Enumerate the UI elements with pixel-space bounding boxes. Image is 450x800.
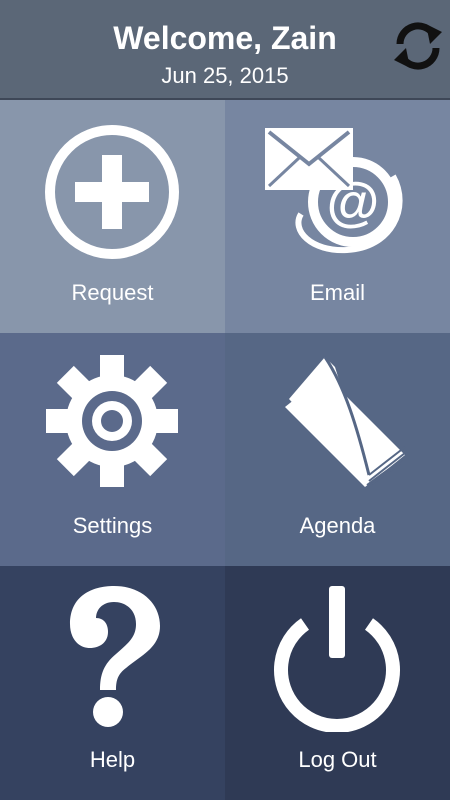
- welcome-title: Welcome, Zain: [113, 20, 337, 56]
- help-label: Help: [89, 747, 136, 772]
- logout-label: Log Out: [298, 747, 377, 772]
- app-header: Welcome, Zain Jun 25, 2015: [0, 0, 450, 100]
- book-icon: [285, 356, 406, 490]
- menu-grid: Request @ Email Settings Agenda Help Log…: [0, 100, 450, 800]
- help-tile[interactable]: Help: [0, 566, 225, 800]
- refresh-icon: [394, 22, 442, 70]
- email-label: Email: [309, 280, 365, 305]
- logout-tile[interactable]: Log Out: [225, 566, 450, 800]
- plus-circle-icon: [45, 125, 179, 259]
- date-label: Jun 25, 2015: [161, 63, 289, 88]
- agenda-tile[interactable]: Agenda: [225, 333, 450, 566]
- email-tile[interactable]: @ Email: [225, 100, 450, 333]
- gear-icon: [46, 355, 178, 487]
- question-mark-icon: [70, 586, 160, 727]
- email-icon: @: [265, 128, 403, 254]
- agenda-label: Agenda: [299, 513, 376, 538]
- request-tile[interactable]: Request: [0, 100, 225, 333]
- power-icon: [274, 586, 400, 732]
- settings-tile[interactable]: Settings: [0, 333, 225, 566]
- settings-label: Settings: [72, 513, 153, 538]
- refresh-button[interactable]: [390, 18, 446, 74]
- request-label: Request: [71, 280, 154, 305]
